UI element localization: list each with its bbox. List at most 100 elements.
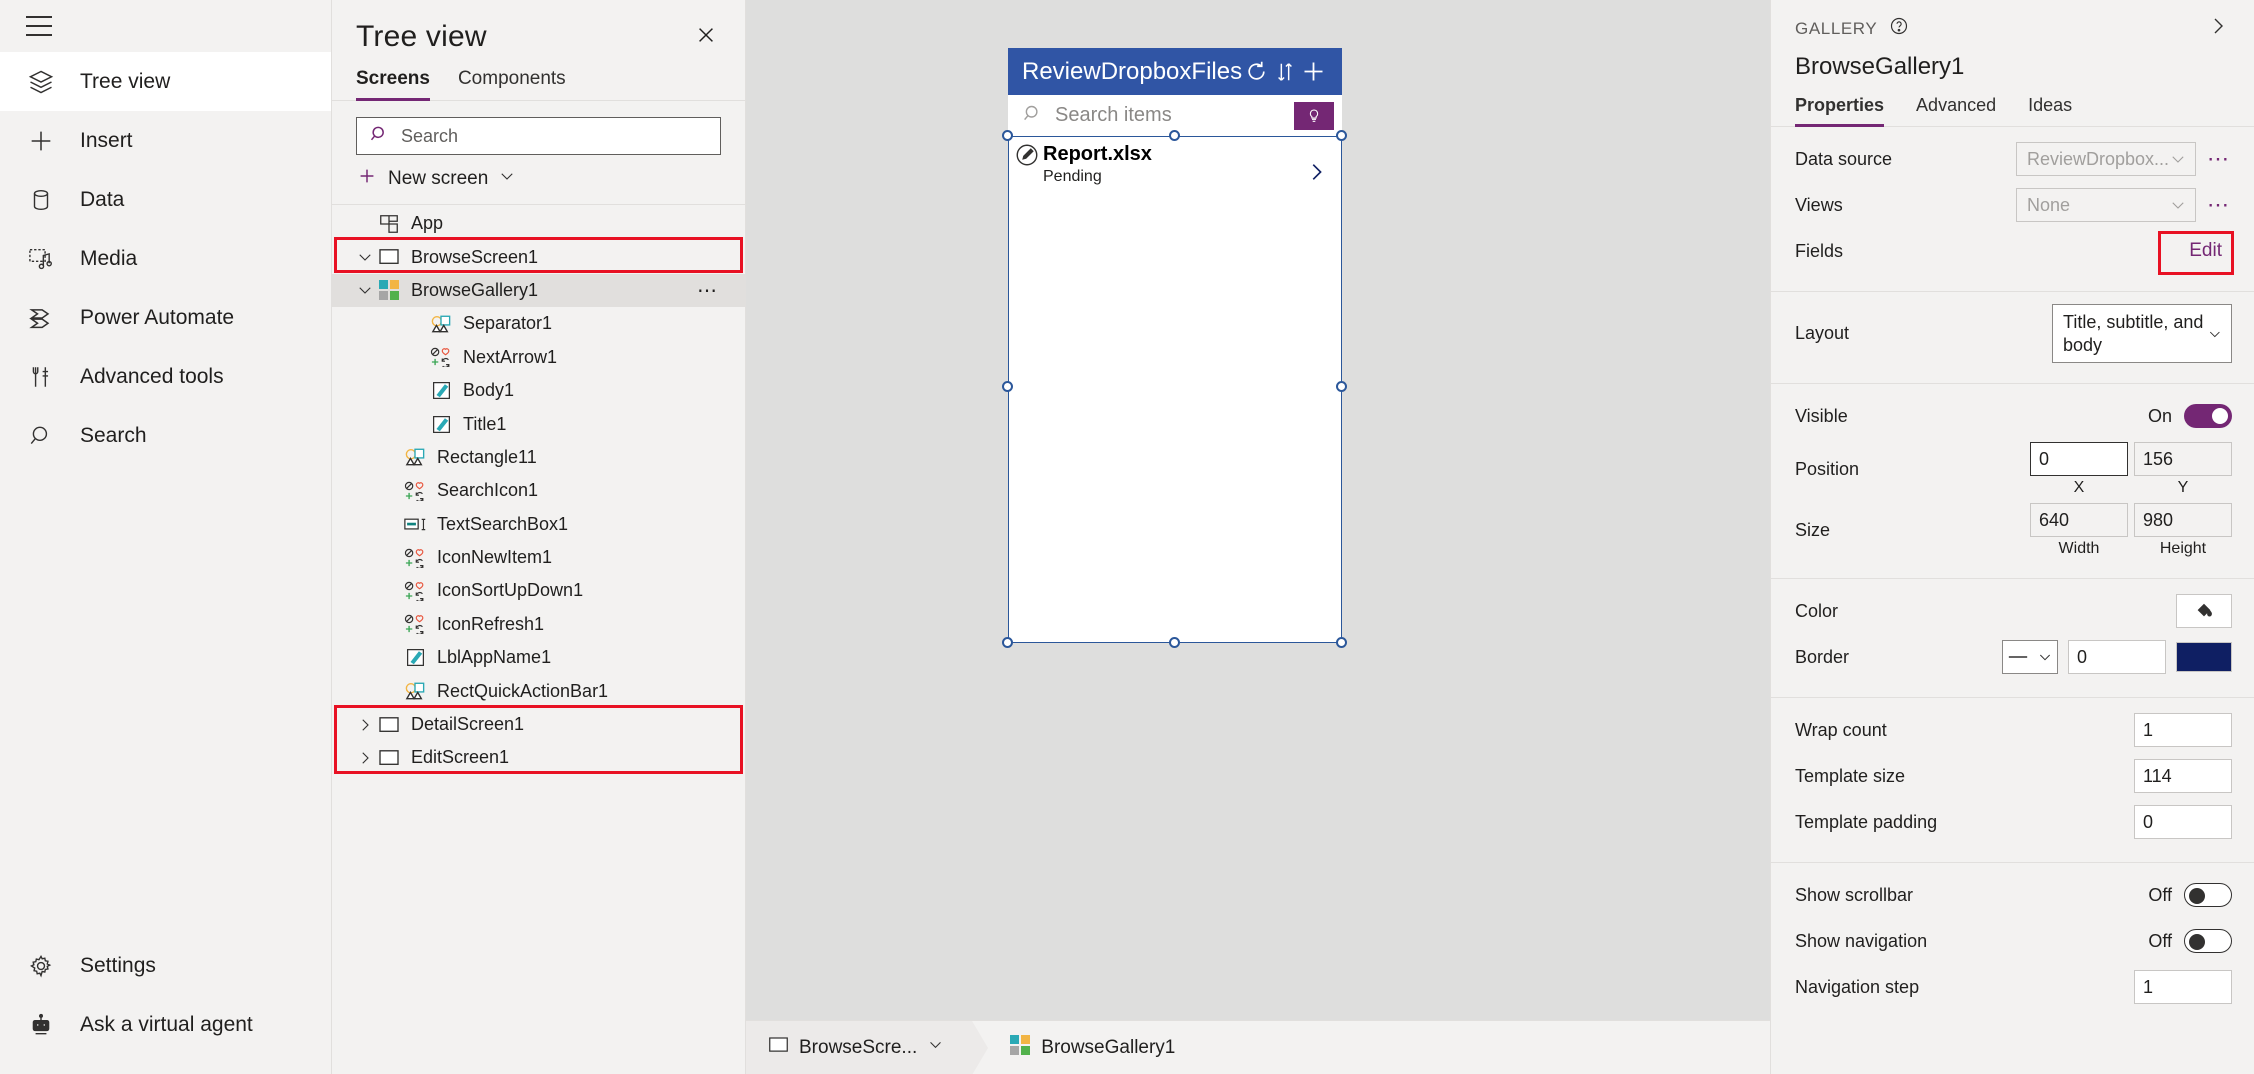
sidebar-item-media[interactable]: Media (0, 229, 331, 288)
tab-properties[interactable]: Properties (1795, 95, 1884, 126)
sidebar-item-label: Search (80, 424, 147, 448)
tree-search-box[interactable] (356, 117, 721, 155)
navigation-step-input[interactable]: 1 (2134, 970, 2232, 1004)
tree-item-lblappname1[interactable]: LblAppName1 (332, 641, 745, 674)
properties-panel: GALLERY BrowseGallery1 Properties Advanc… (1770, 0, 2254, 1074)
tree-item-browsegallery1[interactable]: BrowseGallery1⋯ (332, 274, 745, 307)
tree-item-textsearchbox1[interactable]: TextSearchBox1 (332, 508, 745, 541)
position-x-input[interactable]: 0 (2030, 442, 2128, 476)
app-canvas[interactable]: ReviewDropboxFiles (746, 0, 1770, 1020)
views-select[interactable]: None (2016, 188, 2196, 222)
tree-item-more-button[interactable]: ⋯ (697, 278, 719, 303)
power-apps-studio: Tree view Insert Data (0, 0, 2254, 1074)
tree-item-iconrefresh1[interactable]: IconRefresh1 (332, 608, 745, 641)
sidebar-item-settings[interactable]: Settings (0, 936, 331, 995)
border-style-select[interactable] (2002, 640, 2058, 674)
refresh-icon[interactable] (1242, 54, 1271, 90)
border-color-swatch[interactable] (2176, 642, 2232, 672)
tree-item-title1[interactable]: Title1 (332, 407, 745, 440)
tree-item-iconnewitem1[interactable]: IconNewItem1 (332, 541, 745, 574)
template-padding-input[interactable]: 0 (2134, 805, 2232, 839)
sidebar-item-advanced-tools[interactable]: Advanced tools (0, 347, 331, 406)
breadcrumb-screen[interactable]: BrowseScre... (746, 1021, 972, 1074)
border-thickness-input[interactable]: 0 (2068, 640, 2166, 674)
sidebar-item-data[interactable]: Data (0, 170, 331, 229)
chevron-down-icon[interactable] (354, 281, 376, 299)
tree-search-wrap (332, 101, 745, 155)
tree-item-iconsortupdown1[interactable]: IconSortUpDown1 (332, 574, 745, 607)
tree-item-separator1[interactable]: Separator1 (332, 307, 745, 340)
chevron-down-icon[interactable] (927, 1036, 944, 1059)
sidebar-item-power-automate[interactable]: Power Automate (0, 288, 331, 347)
fill-bucket-icon[interactable] (2176, 594, 2232, 628)
search-icon (369, 124, 389, 149)
views-more-button[interactable]: ⋯ (2206, 192, 2232, 218)
show-scrollbar-toggle[interactable] (2184, 883, 2232, 907)
visible-toggle[interactable] (2184, 404, 2232, 428)
selection-handle-ml[interactable] (1002, 381, 1013, 392)
show-navigation-toggle[interactable] (2184, 929, 2232, 953)
app-name-label: ReviewDropboxFiles (1022, 58, 1242, 86)
tree-item-rectquickactionbar1[interactable]: RectQuickActionBar1 (332, 674, 745, 707)
tree-item-app[interactable]: App (332, 207, 745, 240)
tab-advanced[interactable]: Advanced (1916, 95, 1996, 126)
power-automate-icon (26, 303, 56, 333)
tree-item-browsescreen1[interactable]: BrowseScreen1 (332, 240, 745, 273)
rail-item-list: Tree view Insert Data (0, 52, 331, 465)
selection-handle-bc[interactable] (1169, 637, 1180, 648)
search-input[interactable] (401, 126, 708, 147)
chevron-right-icon[interactable] (1305, 159, 1327, 190)
gallery-row[interactable]: Report.xlsx Pending (1009, 137, 1341, 198)
selection-handle-tc[interactable] (1169, 130, 1180, 141)
tree-item-searchicon1[interactable]: SearchIcon1 (332, 474, 745, 507)
breadcrumb-control[interactable]: BrowseGallery1 (972, 1035, 1175, 1061)
chevron-right-icon[interactable] (354, 716, 376, 734)
data-source-more-button[interactable]: ⋯ (2206, 146, 2232, 172)
sort-icon[interactable] (1271, 54, 1300, 90)
wrap-count-label: Wrap count (1795, 720, 2134, 741)
gallery-selection-outline[interactable]: Report.xlsx Pending (1008, 136, 1342, 643)
tree-item-nextarrow1[interactable]: NextArrow1 (332, 341, 745, 374)
hamburger-row (0, 0, 331, 52)
label-icon (428, 414, 454, 435)
tree-item-body1[interactable]: Body1 (332, 374, 745, 407)
template-size-input[interactable]: 114 (2134, 759, 2232, 793)
sidebar-item-search[interactable]: Search (0, 406, 331, 465)
chevron-down-icon[interactable] (354, 248, 376, 266)
size-width-input[interactable]: 640 (2030, 503, 2128, 537)
plus-icon[interactable] (1299, 54, 1328, 90)
tab-screens[interactable]: Screens (356, 68, 430, 100)
position-x-label: X (2074, 479, 2085, 497)
property-row-show-navigation: Show navigation Off (1795, 921, 2232, 961)
layout-select[interactable]: Title, subtitle, and body (2052, 304, 2232, 363)
selection-handle-mr[interactable] (1336, 381, 1347, 392)
fields-edit-button[interactable]: Edit (2179, 236, 2232, 266)
hamburger-icon[interactable] (26, 16, 52, 36)
wrap-count-input[interactable]: 1 (2134, 713, 2232, 747)
sidebar-item-insert[interactable]: Insert (0, 111, 331, 170)
new-screen-button[interactable]: New screen (332, 155, 745, 205)
tree-item-rectangle11[interactable]: Rectangle11 (332, 441, 745, 474)
tree-item-editscreen1[interactable]: EditScreen1 (332, 741, 745, 774)
selection-handle-br[interactable] (1336, 637, 1347, 648)
selection-handle-tl[interactable] (1002, 130, 1013, 141)
size-height-input[interactable]: 980 (2134, 503, 2232, 537)
collapse-panel-icon[interactable] (2206, 14, 2230, 43)
close-icon[interactable] (691, 20, 721, 50)
chevron-right-icon[interactable] (354, 749, 376, 767)
lightbulb-icon[interactable] (1294, 102, 1334, 130)
tree-item-label: Separator1 (463, 313, 552, 334)
tab-ideas[interactable]: Ideas (2028, 95, 2072, 126)
position-y-input[interactable]: 156 (2134, 442, 2232, 476)
selection-handle-bl[interactable] (1002, 637, 1013, 648)
selection-handle-tr[interactable] (1336, 130, 1347, 141)
sidebar-item-tree-view[interactable]: Tree view (0, 52, 331, 111)
properties-section-appearance: Color Border 0 (1771, 579, 2254, 698)
chevron-down-icon[interactable] (498, 167, 516, 190)
tree-item-detailscreen1[interactable]: DetailScreen1 (332, 708, 745, 741)
help-icon[interactable] (1889, 16, 1909, 41)
data-source-select[interactable]: ReviewDropbox... (2016, 142, 2196, 176)
sidebar-item-ask-virtual-agent[interactable]: Ask a virtual agent (0, 995, 331, 1054)
phone-preview[interactable]: ReviewDropboxFiles (1008, 48, 1342, 643)
tab-components[interactable]: Components (458, 68, 566, 100)
